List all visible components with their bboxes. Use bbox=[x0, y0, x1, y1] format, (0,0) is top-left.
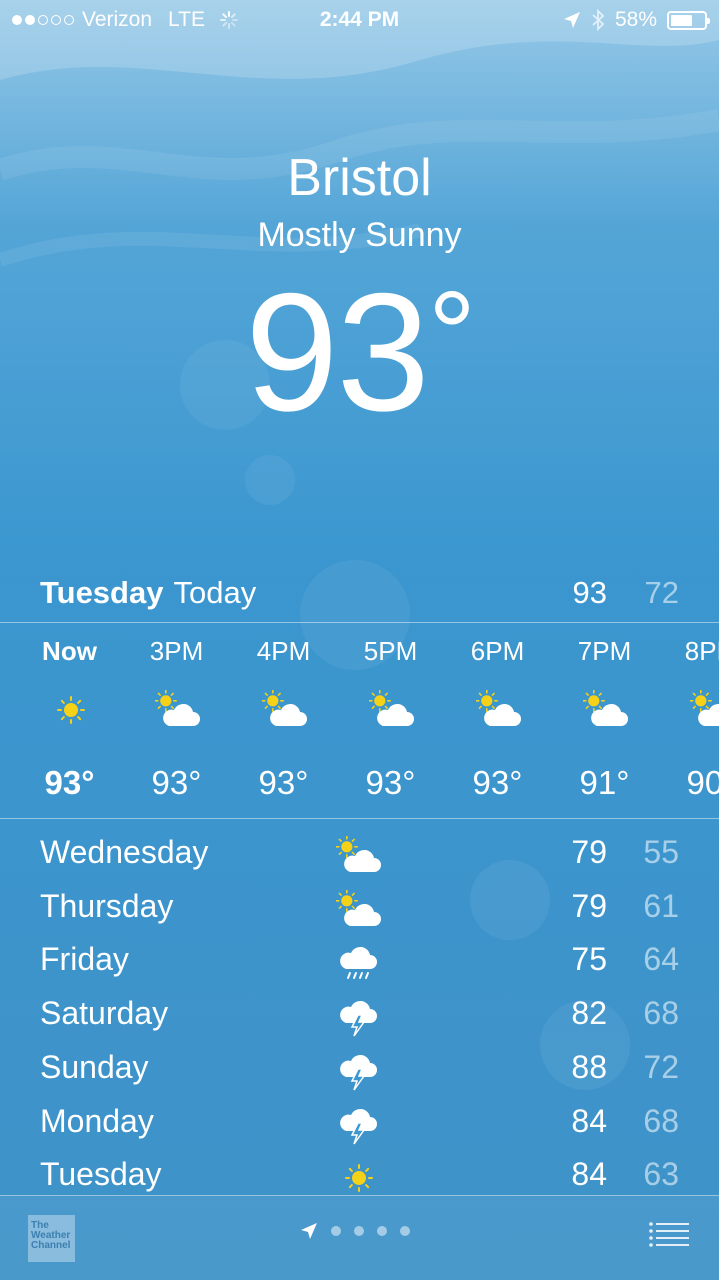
day-low: 68 bbox=[643, 995, 679, 1032]
day-name: Wednesday bbox=[40, 834, 209, 870]
page-indicator[interactable] bbox=[300, 1222, 410, 1240]
daily-row: Saturday 82 68 bbox=[0, 987, 719, 1041]
hour-label: 7PM bbox=[577, 636, 632, 666]
hour-temperature: 91° bbox=[579, 764, 630, 801]
current-temperature: 93° bbox=[0, 268, 719, 436]
today-summary: Tuesday Today 93 72 bbox=[40, 575, 679, 619]
daily-row: Monday 84 68 bbox=[0, 1095, 719, 1149]
current-condition: Mostly Sunny bbox=[257, 216, 462, 254]
thunderstorm-icon bbox=[336, 1105, 382, 1145]
day-high: 75 bbox=[571, 941, 607, 978]
day-low: 72 bbox=[643, 1048, 679, 1085]
day-low: 55 bbox=[643, 834, 679, 870]
weather-channel-logo-button[interactable]: The Weather Channel bbox=[28, 1215, 75, 1262]
day-low: 68 bbox=[643, 1102, 679, 1139]
thunderstorm-icon bbox=[336, 1051, 382, 1091]
hour-temperature: 93° bbox=[44, 764, 95, 801]
divider bbox=[0, 818, 719, 819]
hour-temperature: 93° bbox=[151, 764, 202, 801]
daily-row: Thursday 79 61 bbox=[0, 880, 719, 934]
hour-temperature: 90° bbox=[686, 764, 719, 801]
status-bar: Verizon LTE 2:44 PM 58% bbox=[0, 0, 719, 40]
day-name: Monday bbox=[40, 1102, 154, 1139]
partly-cloudy-icon bbox=[335, 889, 382, 930]
daily-row: Sunday 88 72 bbox=[0, 1041, 719, 1095]
battery-percentage: 58% bbox=[614, 8, 657, 31]
partly-cloudy-icon bbox=[335, 835, 382, 876]
day-high: 88 bbox=[571, 1048, 607, 1085]
hour-temperature: 93° bbox=[258, 764, 309, 801]
hourly-forecast[interactable]: Now 93° 3PM 93° 4PM 93° 5PM 93° 6PM 93° 7PM 91° 8PM 9… bbox=[0, 624, 719, 816]
bokeh-light bbox=[245, 455, 295, 505]
partly-cloudy-icon bbox=[689, 689, 719, 730]
day-name: Friday bbox=[40, 941, 129, 978]
hour-label: 3PM bbox=[149, 636, 204, 666]
hour-temperature: 93° bbox=[365, 764, 416, 801]
divider bbox=[0, 622, 719, 623]
partly-cloudy-icon bbox=[261, 689, 308, 730]
day-high: 82 bbox=[571, 995, 607, 1032]
sun-icon bbox=[335, 835, 359, 859]
city-list-icon[interactable] bbox=[649, 1222, 689, 1248]
hour-temperature: 93° bbox=[472, 764, 523, 801]
partly-cloudy-icon bbox=[154, 689, 201, 730]
sun-icon bbox=[261, 689, 285, 713]
thunderstorm-icon bbox=[336, 997, 382, 1037]
page-dot[interactable] bbox=[377, 1226, 387, 1236]
sun-icon bbox=[368, 689, 392, 713]
today-low: 72 bbox=[644, 575, 679, 610]
day-name: Tuesday bbox=[40, 1156, 162, 1193]
city-name: Bristol bbox=[287, 149, 432, 207]
sun-icon bbox=[48, 690, 94, 730]
rain-icon bbox=[336, 943, 382, 983]
hour-label: Now bbox=[42, 636, 97, 666]
day-high: 79 bbox=[571, 887, 607, 924]
sun-icon bbox=[689, 689, 713, 713]
bluetooth-icon bbox=[592, 9, 605, 31]
degree-symbol: ° bbox=[427, 267, 476, 401]
day-low: 64 bbox=[643, 941, 679, 978]
sun-icon bbox=[345, 1164, 373, 1193]
sun-icon bbox=[57, 696, 85, 724]
day-high: 84 bbox=[571, 1156, 607, 1193]
location-arrow-icon bbox=[563, 12, 580, 28]
sun-icon bbox=[154, 689, 178, 713]
today-label: Today bbox=[173, 575, 257, 610]
temperature-value: 93 bbox=[245, 258, 430, 446]
current-location-icon bbox=[301, 1223, 317, 1239]
today-day: Tuesday bbox=[40, 575, 164, 610]
hour-label: 6PM bbox=[470, 636, 525, 666]
day-name: Sunday bbox=[40, 1048, 149, 1085]
day-high: 84 bbox=[571, 1102, 607, 1139]
page-dot[interactable] bbox=[400, 1226, 410, 1236]
hour-label: 8PM bbox=[684, 636, 719, 666]
day-name: Saturday bbox=[40, 995, 169, 1032]
daily-row: Friday 75 64 bbox=[0, 933, 719, 987]
partly-cloudy-icon bbox=[368, 689, 415, 730]
day-name: Thursday bbox=[40, 887, 174, 924]
sun-icon bbox=[336, 1158, 382, 1198]
sun-icon bbox=[475, 689, 499, 713]
day-low: 63 bbox=[643, 1156, 679, 1193]
sun-icon bbox=[335, 889, 359, 912]
partly-cloudy-icon bbox=[475, 689, 522, 730]
hour-label: 4PM bbox=[256, 636, 311, 666]
page-dot[interactable] bbox=[331, 1226, 341, 1236]
battery-icon bbox=[667, 10, 710, 30]
hour-label: 5PM bbox=[363, 636, 418, 666]
status-right: 58% bbox=[563, 8, 710, 32]
sun-icon bbox=[582, 689, 606, 713]
page-dot[interactable] bbox=[354, 1226, 364, 1236]
daily-row: Wednesday 79 55 bbox=[0, 826, 719, 880]
partly-cloudy-icon bbox=[582, 689, 629, 730]
bottom-toolbar: The Weather Channel bbox=[0, 1196, 719, 1280]
today-high: 93 bbox=[572, 575, 607, 610]
day-high: 79 bbox=[571, 834, 607, 870]
day-low: 61 bbox=[643, 887, 679, 924]
